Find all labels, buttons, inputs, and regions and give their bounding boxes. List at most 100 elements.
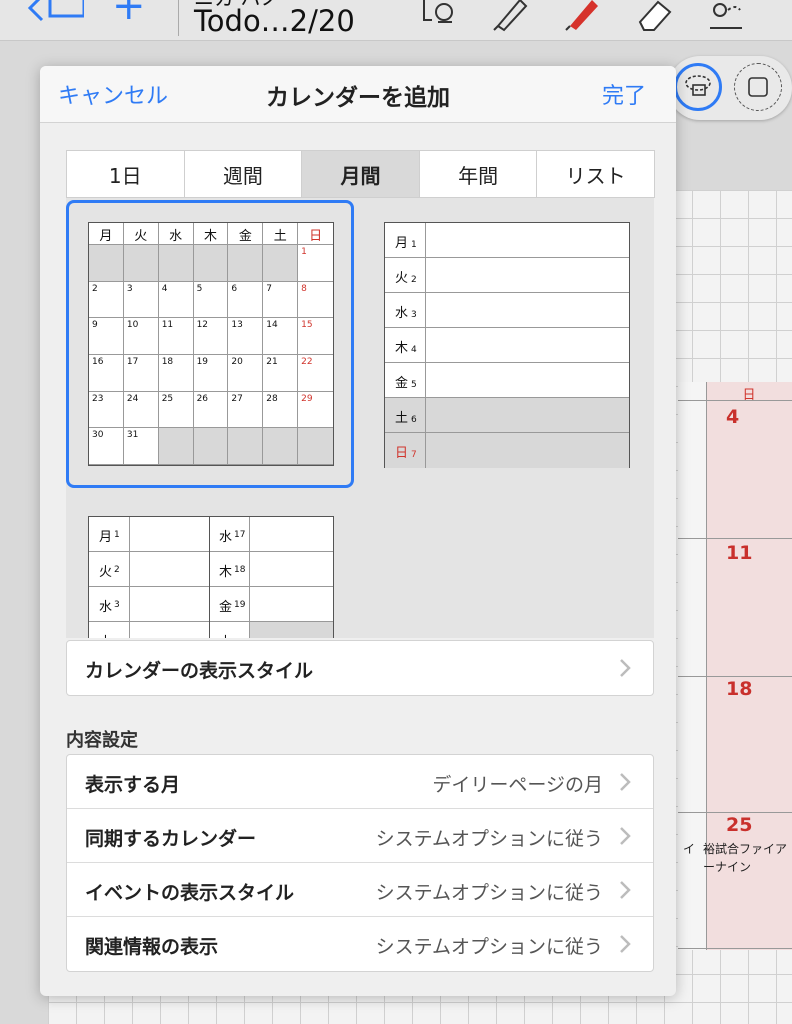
tab-year[interactable]: 年間 — [418, 150, 538, 198]
setting-row-month[interactable]: 表示する月 デイリーページの月 — [67, 755, 653, 809]
day-number: 19 — [234, 600, 246, 610]
popover-title: カレンダーを追加 — [266, 85, 450, 111]
setting-label: 表示する月 — [85, 774, 181, 796]
month-grid-template[interactable]: 月火水木金土日 1 2 3 4 5 6 7 8 9 10 11 12 13 14 15 16 17 18 19 20 21… — [88, 222, 334, 466]
month-grid-weekday: 木 — [193, 223, 229, 245]
pen-tool-icon[interactable] — [562, 0, 602, 32]
day-number: 5 — [411, 380, 417, 390]
eraser-tool-icon[interactable] — [634, 0, 674, 32]
month-grid-day — [193, 428, 229, 465]
calendar-row-divider — [678, 948, 792, 949]
day-number: 17 — [234, 530, 246, 540]
setting-label: イベントの表示スタイル — [85, 882, 295, 904]
highlighter-tool-icon[interactable] — [490, 0, 530, 32]
two-column-row: 火2 — [89, 552, 209, 587]
display-style-row[interactable]: カレンダーの表示スタイル — [67, 641, 653, 695]
month-grid-day: 6 — [228, 281, 264, 319]
setting-row-sync-calendar[interactable]: 同期するカレンダー システムオプションに従う — [67, 809, 653, 863]
month-grid-day — [228, 245, 264, 282]
weekday-label: 土 — [395, 411, 409, 426]
month-grid-day: 26 — [193, 391, 229, 429]
popover-header: キャンセル カレンダーを追加 完了 — [40, 66, 676, 123]
two-column-row: 土 — [209, 622, 333, 638]
month-grid-day: 17 — [123, 355, 159, 392]
month-grid-day: 22 — [298, 355, 333, 392]
document-title[interactable]: Todo…2/20 — [194, 4, 355, 38]
rect-select-button[interactable] — [734, 63, 782, 111]
done-button[interactable]: 完了 — [602, 78, 646, 110]
add-page-button[interactable]: + — [112, 0, 146, 26]
week-list-day: 金5 — [395, 372, 417, 391]
month-grid-day: 28 — [263, 391, 299, 429]
tab-month[interactable]: 月間 — [301, 150, 420, 198]
week-list-template[interactable]: 月1 火2 水3 木4 金5 土6 日7 — [384, 222, 630, 468]
week-list-row: 金5 — [385, 363, 629, 398]
two-column-row: 土 — [89, 622, 209, 638]
setting-row-related-info[interactable]: 関連情報の表示 システムオプションに従う — [67, 917, 653, 971]
calendar-column-saturday — [678, 382, 706, 950]
week-list-day: 土6 — [395, 407, 417, 426]
month-grid-weekday: 火 — [123, 223, 159, 245]
month-grid-day — [89, 245, 124, 282]
weekday-label: 木 — [219, 565, 233, 580]
two-column-row: 金 19 — [209, 587, 333, 622]
tab-list[interactable]: リスト — [536, 150, 655, 198]
week-list-row: 水3 — [385, 293, 629, 328]
week-list-divider — [425, 223, 426, 257]
lasso-tool-icon[interactable] — [418, 0, 458, 32]
week-list-divider — [425, 398, 426, 432]
two-column-row: 水3 — [89, 587, 209, 622]
setting-label: 同期するカレンダー — [85, 828, 257, 850]
weekday-label: 月 — [99, 530, 113, 545]
weekday-label: 土 — [219, 631, 232, 638]
day-number: 1 — [411, 240, 417, 250]
chevron-right-icon — [620, 659, 631, 677]
calendar-row-divider — [678, 400, 792, 401]
month-grid-day — [263, 245, 299, 282]
calendar-date: 4 — [726, 406, 740, 428]
content-settings-title: 内容設定 — [66, 730, 138, 751]
two-column-row: 月1 — [89, 517, 209, 552]
calendar-date: 11 — [726, 542, 753, 564]
setting-row-event-style[interactable]: イベントの表示スタイル システムオプションに従う — [67, 863, 653, 917]
month-grid-day: 7 — [263, 281, 299, 319]
month-grid-day: 8 — [298, 282, 333, 319]
tab-day[interactable]: 1日 — [66, 150, 185, 198]
month-grid-day: 16 — [89, 355, 124, 392]
weekday-label: 木 — [395, 341, 409, 356]
lasso-select-button[interactable] — [674, 63, 722, 111]
column-divider — [209, 517, 210, 638]
week-list-row: 土6 — [385, 398, 629, 433]
week-list-divider — [425, 433, 426, 468]
calendar-row-divider — [678, 812, 792, 813]
display-style-label: カレンダーの表示スタイル — [85, 660, 314, 682]
shape-tool-icon[interactable] — [706, 0, 746, 32]
month-grid-day: 27 — [228, 391, 264, 429]
display-style-group: カレンダーの表示スタイル — [66, 640, 654, 696]
tab-week[interactable]: 週間 — [183, 150, 303, 198]
setting-value: システムオプションに従う — [375, 828, 603, 850]
month-grid-weekday: 土 — [263, 223, 299, 245]
two-column-template[interactable]: 土金19木18水17土水3火2月1 — [88, 516, 334, 638]
two-column-row: 水 17 — [209, 517, 333, 552]
month-grid-day: 24 — [123, 391, 159, 429]
month-grid-day: 1 — [298, 245, 333, 282]
week-list-day: 木4 — [395, 337, 417, 356]
weekday-label: 水 — [395, 306, 409, 321]
weekday-label: 水 — [99, 600, 113, 615]
week-list-row: 火2 — [385, 258, 629, 293]
weekday-label: 日 — [395, 446, 409, 461]
weekday-label: 土 — [99, 631, 112, 638]
toolbar-divider — [178, 0, 179, 36]
month-grid-day: 31 — [123, 428, 159, 465]
day-number: 3 — [411, 310, 417, 320]
selection-mode-toggle — [668, 56, 792, 120]
week-list-divider — [425, 258, 426, 292]
month-grid-day — [228, 428, 264, 465]
weekday-label: 金 — [395, 376, 409, 391]
back-icon[interactable] — [14, 0, 84, 22]
weekday-label: 水 — [219, 530, 233, 545]
day-number: 1 — [114, 530, 120, 540]
period-segmented-control: 1日 週間 月間 年間 リスト — [66, 150, 655, 198]
month-grid-day — [123, 245, 159, 282]
